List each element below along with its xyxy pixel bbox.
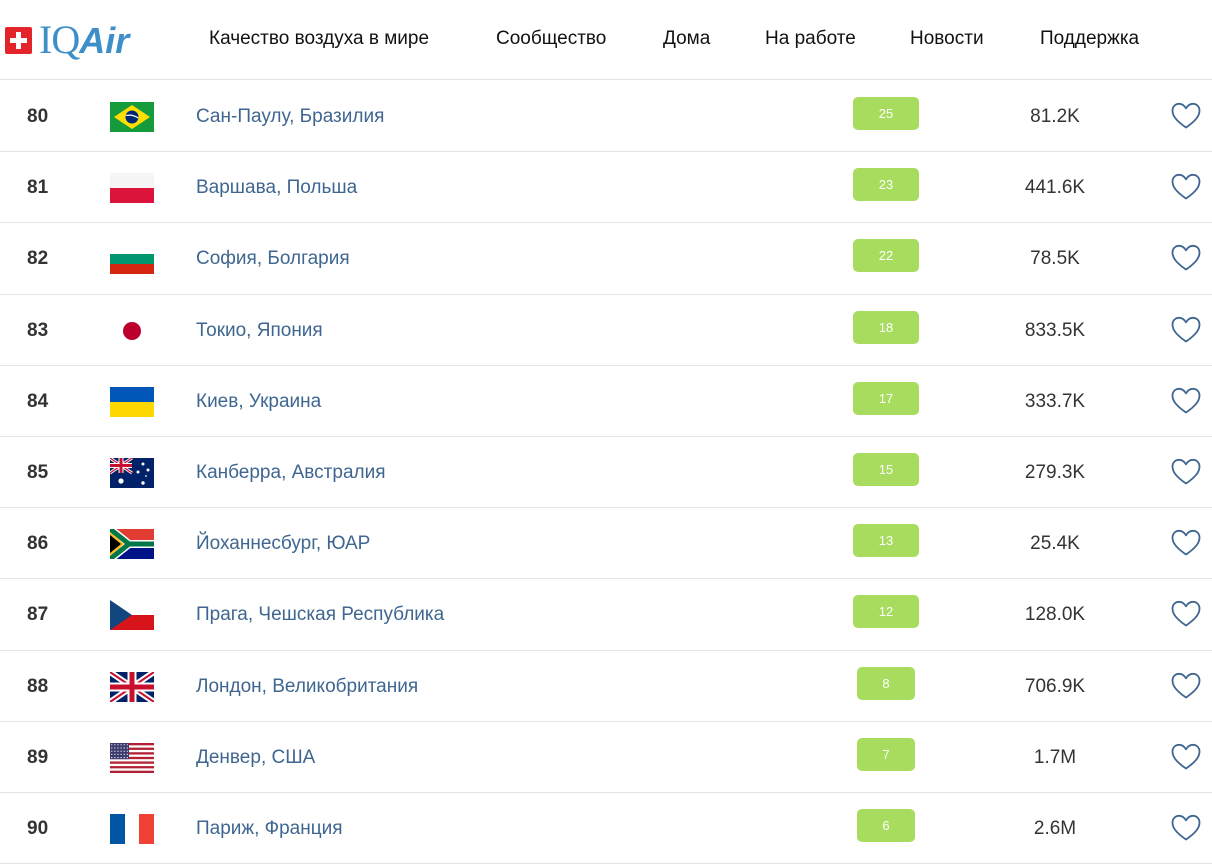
aqi-badge: 22 xyxy=(853,239,919,273)
city-link[interactable]: Токио, Япония xyxy=(196,320,323,342)
rank-number: 81 xyxy=(27,177,49,199)
followers-count: 833.5K xyxy=(1024,319,1086,341)
table-row[interactable]: 84 Киев, Украина 17 333.7K xyxy=(0,366,1212,437)
aqi-badge: 17 xyxy=(853,381,919,415)
city-ranking-list: 80 Сан-Паулу, Бразилия 25 81.2K 81 Варшава, П… xyxy=(0,81,1212,865)
followers-count: 81.2K xyxy=(1030,106,1080,127)
nav-news[interactable]: Новости xyxy=(910,27,984,51)
main-nav: Качество воздуха в мире Сообщество Дома … xyxy=(0,0,1212,80)
table-row[interactable]: 81 Варшава, Польша 23 441.6K xyxy=(0,152,1212,224)
rank-number: 88 xyxy=(27,675,49,697)
followers-count: 25.4K xyxy=(1030,533,1080,555)
city-link[interactable]: Варшава, Польша xyxy=(196,177,357,199)
city-link[interactable]: Прага, Чешская Республика xyxy=(196,604,444,626)
followers-count: 706.9K xyxy=(1024,675,1086,697)
site-header: IQAir Качество воздуха в мире Сообщество… xyxy=(0,0,1212,80)
rank-number: 90 xyxy=(27,817,49,839)
table-row[interactable]: 89 Денвер, США 7 1.7M xyxy=(0,722,1212,793)
aqi-badge: 23 xyxy=(853,168,919,202)
rank-number: 86 xyxy=(27,533,49,555)
city-link[interactable]: Сан-Паулу, Бразилия xyxy=(196,106,384,128)
heart-icon[interactable] xyxy=(1171,600,1201,628)
city-link[interactable]: Киев, Украина xyxy=(196,391,321,413)
table-row[interactable]: 88 Лондон, Великобритания 8 706.9K xyxy=(0,651,1212,722)
ukraine-flag-icon xyxy=(110,386,154,417)
heart-icon[interactable] xyxy=(1171,672,1201,700)
poland-flag-icon xyxy=(110,173,154,204)
city-link[interactable]: София, Болгария xyxy=(196,248,350,270)
heart-icon[interactable] xyxy=(1171,244,1201,272)
table-row[interactable]: 86 Йоханнесбург, ЮАР 13 25.4K xyxy=(0,508,1212,580)
table-row[interactable]: 87 Прага, Чешская Республика 12 128.0K xyxy=(0,579,1212,651)
usa-flag-icon xyxy=(110,742,154,773)
followers-count: 279.3K xyxy=(1024,461,1086,483)
aqi-badge: 18 xyxy=(853,310,919,344)
czech-flag-icon xyxy=(110,600,154,631)
rank-number: 85 xyxy=(27,461,49,483)
city-link[interactable]: Денвер, США xyxy=(196,747,315,769)
table-row[interactable]: 82 София, Болгария 22 78.5K xyxy=(0,223,1212,295)
aqi-badge: 8 xyxy=(857,666,915,700)
rank-number: 80 xyxy=(27,106,49,127)
bulgaria-flag-icon xyxy=(110,244,154,275)
australia-flag-icon xyxy=(110,457,154,488)
uk-flag-icon xyxy=(110,671,154,702)
followers-count: 128.0K xyxy=(1024,604,1086,626)
aqi-badge: 15 xyxy=(853,452,919,486)
heart-icon[interactable] xyxy=(1171,102,1201,130)
table-row[interactable]: 90 Париж, Франция 6 2.6M xyxy=(0,793,1212,865)
nav-work[interactable]: На работе xyxy=(765,27,856,51)
nav-support[interactable]: Поддержка xyxy=(1040,27,1139,51)
aqi-badge: 13 xyxy=(853,524,919,558)
nav-world-air-quality[interactable]: Качество воздуха в мире xyxy=(209,27,429,51)
table-row[interactable]: 80 Сан-Паулу, Бразилия 25 81.2K xyxy=(0,81,1212,153)
city-link[interactable]: Йоханнесбург, ЮАР xyxy=(196,533,370,555)
table-row[interactable]: 83 Токио, Япония 18 833.5K xyxy=(0,295,1212,366)
nav-home[interactable]: Дома xyxy=(663,27,710,51)
followers-count: 78.5K xyxy=(1030,248,1080,270)
followers-count: 1.7M xyxy=(1033,746,1077,768)
heart-icon[interactable] xyxy=(1171,458,1201,486)
rank-number: 89 xyxy=(27,746,49,768)
france-flag-icon xyxy=(110,813,154,844)
city-link[interactable]: Канберра, Австралия xyxy=(196,462,386,484)
nav-community[interactable]: Сообщество xyxy=(496,27,606,51)
rank-number: 87 xyxy=(27,604,49,626)
city-link[interactable]: Париж, Франция xyxy=(196,818,343,840)
heart-icon[interactable] xyxy=(1171,529,1201,557)
heart-icon[interactable] xyxy=(1171,173,1201,201)
aqi-badge: 6 xyxy=(857,808,915,842)
followers-count: 333.7K xyxy=(1024,390,1086,412)
rank-number: 84 xyxy=(27,390,49,412)
brazil-flag-icon xyxy=(110,102,154,132)
south-africa-flag-icon xyxy=(110,529,154,560)
followers-count: 2.6M xyxy=(1033,817,1077,839)
rank-number: 82 xyxy=(27,248,49,270)
heart-icon[interactable] xyxy=(1171,316,1201,344)
japan-flag-icon xyxy=(110,315,154,346)
followers-count: 441.6K xyxy=(1024,177,1086,199)
heart-icon[interactable] xyxy=(1171,743,1201,771)
city-link[interactable]: Лондон, Великобритания xyxy=(196,676,418,698)
rank-number: 83 xyxy=(27,319,49,341)
aqi-badge: 7 xyxy=(857,737,915,771)
table-row[interactable]: 85 Канберра, Австралия 15 279.3K xyxy=(0,437,1212,509)
aqi-badge: 25 xyxy=(853,97,919,130)
heart-icon[interactable] xyxy=(1171,814,1201,842)
aqi-badge: 12 xyxy=(853,595,919,629)
heart-icon[interactable] xyxy=(1171,387,1201,415)
